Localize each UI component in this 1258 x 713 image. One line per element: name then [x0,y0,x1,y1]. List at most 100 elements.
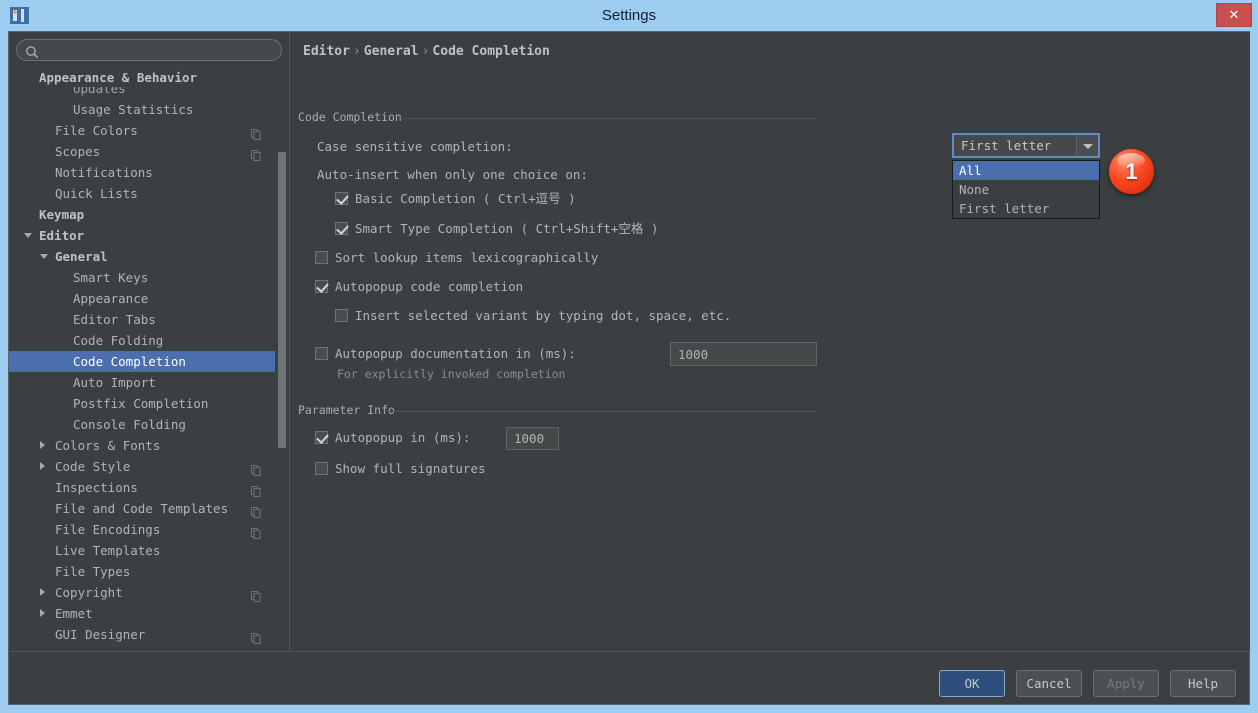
sidebar-item-colors-fonts[interactable]: Colors & Fonts [9,435,275,456]
copy-scope-icon [251,524,261,535]
sidebar-item-label: Smart Keys [73,267,148,288]
help-button[interactable]: Help [1170,670,1236,697]
chevron-down-icon[interactable] [1076,135,1098,156]
chevron-right-icon[interactable] [40,588,45,596]
breadcrumb-part-code-completion: Code Completion [432,44,549,59]
sidebar-item-label: File Colors [55,120,138,141]
autopopup-documentation-hint: For explicitly invoked completion [337,366,565,382]
sidebar-item-quick-lists[interactable]: Quick Lists [9,183,275,204]
chevron-right-icon[interactable] [40,609,45,617]
smart-type-completion-row[interactable]: Smart Type Completion ( Ctrl+Shift+空格 ) [335,221,658,237]
sidebar-item-label: Keymap [39,204,84,225]
dropdown-option-none[interactable]: None [953,180,1099,199]
copy-scope-icon [251,461,261,472]
copy-scope-icon [251,146,261,157]
ok-button[interactable]: OK [939,670,1005,697]
sidebar-item-emmet[interactable]: Emmet [9,603,275,624]
parameter-autopopup-input[interactable] [506,427,559,450]
case-sensitive-completion-label: Case sensitive completion: [317,139,513,155]
search-box[interactable] [16,39,282,61]
sidebar-item-label: Scopes [55,141,100,162]
dropdown-option-all[interactable]: All [953,161,1099,180]
sidebar-item-label: Colors & Fonts [55,435,160,456]
chevron-right-icon[interactable] [40,462,45,470]
sidebar-item-appearance[interactable]: Appearance [9,288,275,309]
sidebar-item-code-completion[interactable]: Code Completion [9,351,275,372]
auto-insert-label: Auto-insert when only one choice on: [317,167,588,183]
smart-type-completion-checkbox[interactable] [335,222,348,235]
sidebar-item-auto-import[interactable]: Auto Import [9,372,275,393]
basic-completion-label: Basic Completion ( Ctrl+逗号 ) [355,191,576,206]
basic-completion-checkbox[interactable] [335,192,348,205]
sidebar-item-scopes[interactable]: Scopes [9,141,275,162]
dropdown-option-first-letter[interactable]: First letter [953,199,1099,218]
autopopup-documentation-input[interactable] [670,342,817,366]
search-input[interactable] [43,40,275,60]
sidebar-item-label: GUI Designer [55,624,145,645]
show-full-signatures-row[interactable]: Show full signatures [315,461,486,477]
sidebar-item-label: Auto Import [73,372,156,393]
sidebar-scrollbar[interactable] [277,32,287,651]
cancel-button[interactable]: Cancel [1016,670,1082,697]
scrollbar-thumb[interactable] [278,152,286,448]
sidebar-item-smart-keys[interactable]: Smart Keys [9,267,275,288]
sidebar-item-label: Emmet [55,603,93,624]
chevron-right-icon[interactable] [40,441,45,449]
smart-type-completion-label: Smart Type Completion ( Ctrl+Shift+空格 ) [355,221,658,236]
autopopup-code-completion-checkbox[interactable] [315,280,328,293]
close-button[interactable]: ✕ [1216,3,1252,27]
parameter-autopopup-row[interactable]: Autopopup in (ms): [315,430,470,446]
combobox-value: First letter [961,138,1051,153]
sidebar-item-live-templates[interactable]: Live Templates [9,540,275,561]
sidebar-item-label: File and Code Templates [55,498,228,519]
sidebar-item-postfix-completion[interactable]: Postfix Completion [9,393,275,414]
sidebar-item-file-types[interactable]: File Types [9,561,275,582]
autopopup-documentation-row[interactable]: Autopopup documentation in (ms): [315,346,576,362]
sidebar-item-console-folding[interactable]: Console Folding [9,414,275,435]
parameter-autopopup-checkbox[interactable] [315,431,328,444]
sort-lookup-checkbox[interactable] [315,251,328,264]
sidebar-item-label: File Types [55,561,130,582]
sidebar-item-editor[interactable]: Editor [9,225,275,246]
breadcrumb-part-editor[interactable]: Editor [303,44,350,59]
insert-selected-variant-row[interactable]: Insert selected variant by typing dot, s… [335,308,731,324]
settings-tree[interactable]: Appearance & BehaviorUpdatesUsage Statis… [9,68,281,651]
sidebar-item-gui-designer[interactable]: GUI Designer [9,624,275,645]
breadcrumb-part-general[interactable]: General [364,44,419,59]
sidebar-item-general[interactable]: General [9,246,275,267]
sidebar-item-label: Notifications [55,162,153,183]
insert-selected-variant-label: Insert selected variant by typing dot, s… [355,308,731,323]
apply-button: Apply [1093,670,1159,697]
case-sensitive-completion-dropdown-list[interactable]: AllNoneFirst letter [952,160,1100,219]
sidebar-item-code-folding[interactable]: Code Folding [9,330,275,351]
settings-window: Settings ✕ Appearance & BehaviorUpdatesU… [0,0,1258,713]
basic-completion-row[interactable]: Basic Completion ( Ctrl+逗号 ) [335,191,576,207]
annotation-badge-1: 1 [1109,149,1154,194]
insert-selected-variant-checkbox[interactable] [335,309,348,322]
sidebar-item-keymap[interactable]: Keymap [9,204,275,225]
autopopup-documentation-checkbox[interactable] [315,347,328,360]
show-full-signatures-checkbox[interactable] [315,462,328,475]
sidebar-item-label: Usage Statistics [73,99,193,120]
sidebar-item-notifications[interactable]: Notifications [9,162,275,183]
sidebar-item-file-and-code-templates[interactable]: File and Code Templates [9,498,275,519]
section-divider [398,118,816,119]
copy-scope-icon [251,482,261,493]
autopopup-code-completion-row[interactable]: Autopopup code completion [315,279,523,295]
sidebar-item-file-colors[interactable]: File Colors [9,120,275,141]
sidebar-item-label: Editor [39,225,84,246]
sidebar-item-code-style[interactable]: Code Style [9,456,275,477]
sidebar-item-label: Quick Lists [55,183,138,204]
sidebar-item-copyright[interactable]: Copyright [9,582,275,603]
copy-scope-icon [251,587,261,598]
sidebar-item-editor-tabs[interactable]: Editor Tabs [9,309,275,330]
sidebar-item-file-encodings[interactable]: File Encodings [9,519,275,540]
sidebar-item-label: Inspections [55,477,138,498]
sidebar-item-inspections[interactable]: Inspections [9,477,275,498]
chevron-down-icon[interactable] [40,254,48,259]
sort-lookup-row[interactable]: Sort lookup items lexicographically [315,250,598,266]
chevron-down-icon[interactable] [24,233,32,238]
dialog-frame: Appearance & BehaviorUpdatesUsage Statis… [8,31,1250,705]
case-sensitive-completion-combobox[interactable]: First letter [952,133,1100,158]
sidebar-item-usage-statistics[interactable]: Usage Statistics [9,99,275,120]
